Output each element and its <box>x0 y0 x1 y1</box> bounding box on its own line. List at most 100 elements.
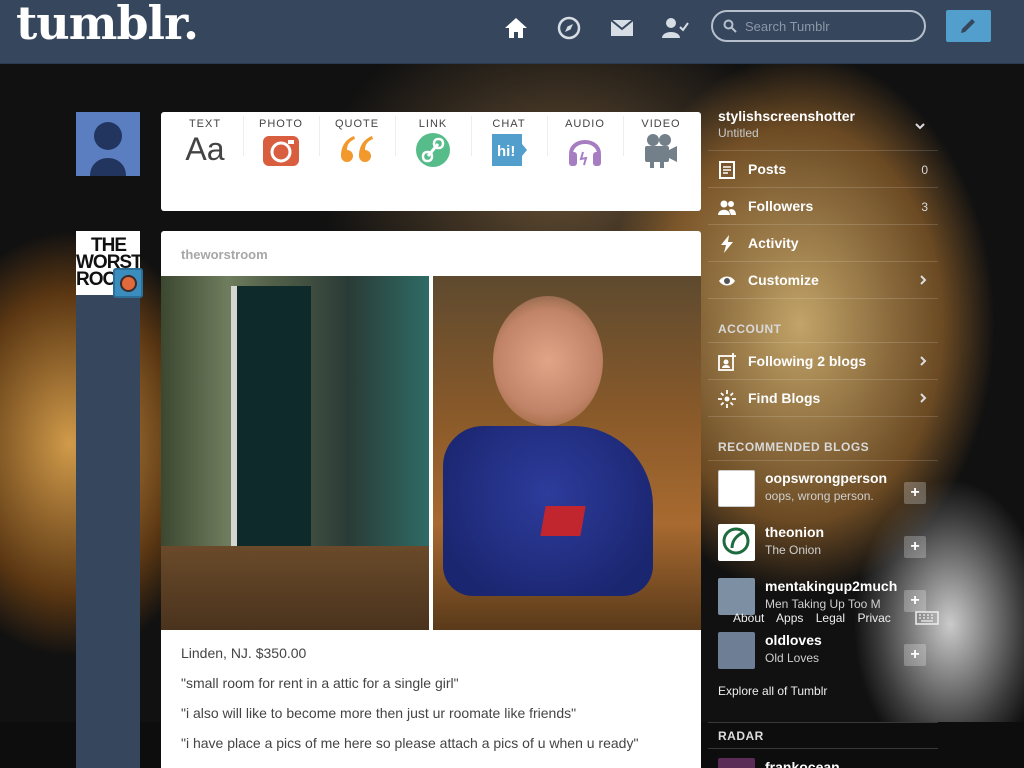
footer-link-privacy[interactable]: Privac <box>857 611 890 625</box>
radar-heading: RADAR <box>718 729 764 743</box>
footer-link-about[interactable]: About <box>733 611 764 625</box>
post-type-label: QUOTE <box>334 118 380 130</box>
post-type-label: AUDIO <box>565 118 605 130</box>
sidebar-item-label: Followers <box>748 198 814 214</box>
recommended-blog-avatar[interactable] <box>718 524 755 561</box>
recommended-blog-title: oops, wrong person. <box>765 489 874 503</box>
recommended-blog-name[interactable]: oldloves <box>765 632 900 648</box>
find-blogs-icon <box>718 390 736 408</box>
post-author-link[interactable]: theworstroom <box>181 247 268 262</box>
follow-button[interactable]: + <box>904 590 926 612</box>
recommended-blog-title: Old Loves <box>765 651 820 665</box>
recommended-blog-avatar[interactable] <box>718 632 755 669</box>
explore-icon[interactable] <box>555 14 583 42</box>
follow-button[interactable]: + <box>904 482 926 504</box>
recommended-blog[interactable]: oldloves Old Loves + <box>708 626 938 680</box>
posts-icon <box>719 161 735 179</box>
recommended-blog[interactable]: oopswrongperson oops, wrong person. + <box>708 464 938 518</box>
sidebar-item-count: 0 <box>921 163 928 177</box>
my-avatar[interactable] <box>76 112 140 176</box>
footer-link-legal[interactable]: Legal <box>816 611 845 625</box>
search-icon <box>723 19 737 33</box>
post-type-selector: TEXT Aa PHOTO QUOTE LINK CHAT hi! AUDIO … <box>161 112 701 211</box>
post-type-label: LINK <box>418 118 448 130</box>
sidebar-item-customize[interactable]: Customize <box>708 262 938 299</box>
chevron-right-icon <box>920 356 927 366</box>
link-icon <box>416 133 450 167</box>
sidebar-item-label: Following 2 blogs <box>748 353 867 369</box>
headphones-icon <box>569 140 601 166</box>
sidebar-item-followers[interactable]: Followers 3 <box>708 188 938 225</box>
recommended-blog-name[interactable]: oopswrongperson <box>765 470 900 486</box>
post-type-chat[interactable]: CHAT hi! <box>471 118 547 178</box>
explore-tumblr-link[interactable]: Explore all of Tumblr <box>718 684 827 698</box>
post-type-label: TEXT <box>188 118 222 130</box>
followers-icon <box>718 200 736 215</box>
recommended-blog-name[interactable]: theonion <box>765 524 900 540</box>
new-post-button[interactable] <box>946 10 991 42</box>
post-avatar-rail <box>76 295 140 768</box>
recommended-blog-avatar[interactable] <box>718 578 755 615</box>
camera-icon <box>263 136 299 166</box>
post-type-label: VIDEO <box>641 118 681 130</box>
top-header: tumblr. <box>0 0 1024 64</box>
sidebar-item-label: Activity <box>748 235 799 251</box>
post-text-line: Linden, NJ. $350.00 <box>181 645 307 661</box>
chat-icon: hi! <box>492 134 527 166</box>
account-icon[interactable] <box>661 14 689 42</box>
post-type-video[interactable]: VIDEO <box>623 118 699 178</box>
recommended-blog-avatar[interactable] <box>718 470 755 507</box>
post-type-label: CHAT <box>492 118 526 130</box>
quote-icon <box>341 136 373 162</box>
post-text-line: "i have place a pics of me here so pleas… <box>181 735 639 751</box>
recommended-blog-title: The Onion <box>765 543 822 557</box>
sidebar-item-following[interactable]: Following 2 blogs <box>708 343 938 380</box>
reblog-source-avatar[interactable] <box>113 268 143 298</box>
keyboard-icon[interactable] <box>915 611 939 625</box>
post-type-audio[interactable]: AUDIO <box>547 118 623 178</box>
follow-button[interactable]: + <box>904 644 926 666</box>
post-text-line: "small room for rent in a attic for a si… <box>181 675 459 691</box>
sidebar-item-label: Customize <box>748 272 819 288</box>
post-type-label: PHOTO <box>259 118 303 130</box>
footer-links: About Apps Legal Privac <box>733 611 900 625</box>
video-camera-icon <box>645 134 677 168</box>
post-type-photo[interactable]: PHOTO <box>243 118 319 178</box>
post-photo-room[interactable] <box>161 276 429 630</box>
post-type-link[interactable]: LINK <box>395 118 471 178</box>
sidebar-item-label: Find Blogs <box>748 390 821 406</box>
sidebar-blog-title: Untitled <box>718 126 759 140</box>
chevron-right-icon <box>920 393 927 403</box>
activity-icon <box>721 235 733 253</box>
search-box[interactable] <box>711 10 926 42</box>
chevron-right-icon <box>920 275 927 285</box>
post-photo-person[interactable] <box>433 276 701 630</box>
inbox-icon[interactable] <box>608 14 636 42</box>
recommended-blog-name[interactable]: mentakingup2much <box>765 578 900 594</box>
sidebar-item-posts[interactable]: Posts 0 <box>708 151 938 188</box>
radar-blog-avatar[interactable] <box>718 758 755 768</box>
follow-button[interactable]: + <box>904 536 926 558</box>
sidebar-item-label: Posts <box>748 161 787 177</box>
post-type-text[interactable]: TEXT Aa <box>167 118 243 178</box>
home-icon[interactable] <box>502 14 530 42</box>
post-type-quote[interactable]: QUOTE <box>319 118 395 178</box>
tumblr-logo[interactable]: tumblr. <box>16 0 199 50</box>
sidebar-item-find-blogs[interactable]: Find Blogs <box>708 380 938 417</box>
post-text-line: "i also will like to become more then ju… <box>181 705 577 721</box>
pencil-icon <box>961 19 975 33</box>
dashboard-post: theworstroom Linden, NJ. $350.00 "small … <box>161 231 701 768</box>
search-input[interactable] <box>745 17 915 35</box>
radar-blog-name[interactable]: frankocean <box>765 759 840 768</box>
text-icon: Aa <box>185 131 225 167</box>
chat-glyph: hi! <box>497 143 515 160</box>
recommended-blog[interactable]: theonion The Onion + <box>708 518 938 572</box>
recommended-blog-title: Men Taking Up Too M <box>765 597 881 611</box>
account-heading: ACCOUNT <box>718 322 782 336</box>
sidebar-item-count: 3 <box>921 200 928 214</box>
chevron-down-icon[interactable] <box>914 120 926 132</box>
eye-icon <box>719 276 735 286</box>
sidebar-blog-name[interactable]: stylishscreenshotter <box>718 108 855 124</box>
footer-link-apps[interactable]: Apps <box>776 611 803 625</box>
sidebar-item-activity[interactable]: Activity <box>708 225 938 262</box>
